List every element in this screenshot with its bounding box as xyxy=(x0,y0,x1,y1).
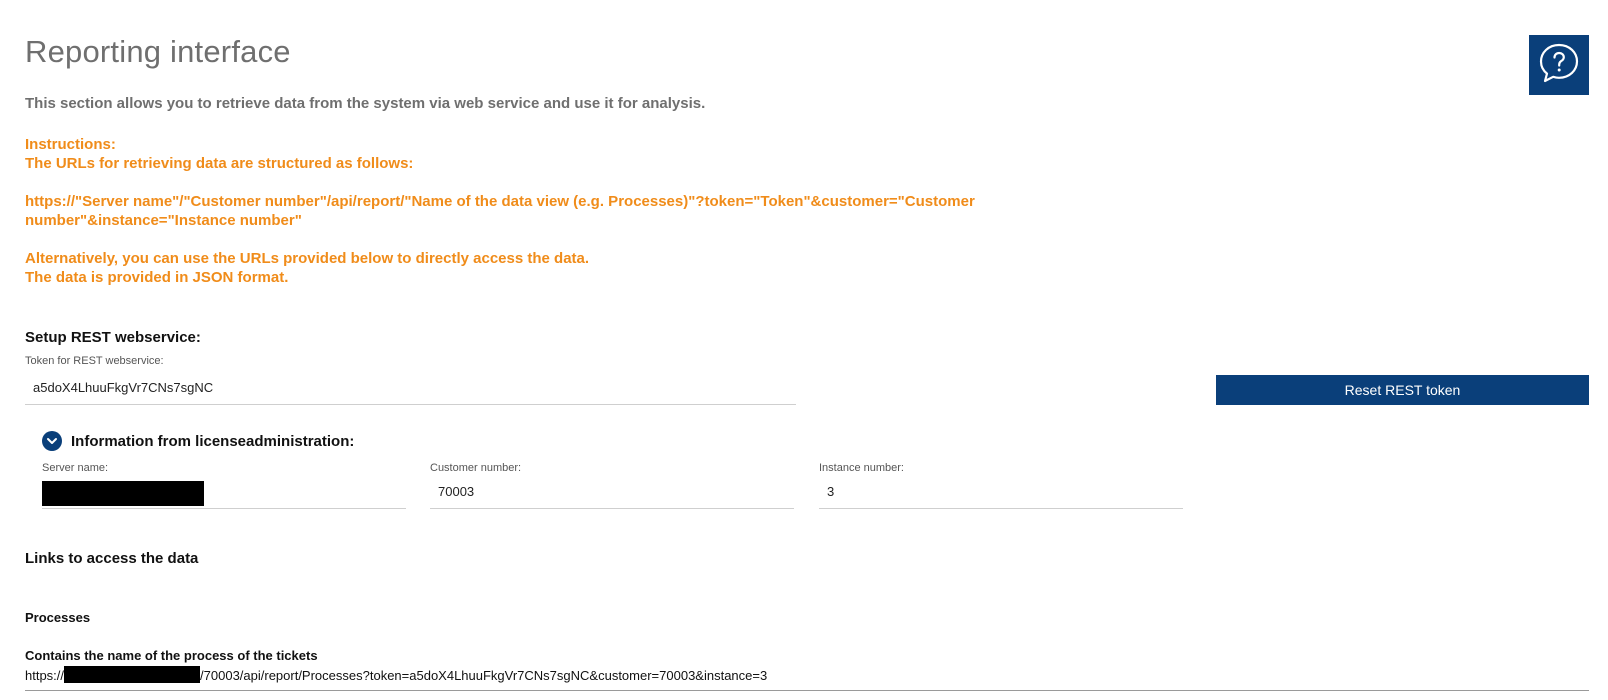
server-name-label: Server name: xyxy=(42,462,109,474)
customer-number-label: Customer number: xyxy=(430,462,522,474)
links-heading: Links to access the data xyxy=(25,550,199,567)
processes-heading: Processes xyxy=(25,610,91,625)
instructions-url-pattern: https://"Server name"/"Customer number"/… xyxy=(25,193,975,210)
instructions-line: The data is provided in JSON format. xyxy=(25,269,289,286)
instructions-url-pattern-cont: number"&instance="Instance number" xyxy=(25,212,302,229)
redacted-server-name xyxy=(42,481,204,506)
license-info-toggle[interactable]: Information from licenseadministration: xyxy=(42,431,354,451)
instructions-block: Instructions: The URLs for retrieving da… xyxy=(25,135,1025,287)
token-field[interactable]: a5doX4LhuuFkgVr7CNs7sgNC xyxy=(25,372,796,405)
processes-link[interactable]: https:// /70003/api/report/Processes?toke… xyxy=(25,666,767,683)
help-button[interactable] xyxy=(1529,35,1589,95)
instance-number-label: Instance number: xyxy=(819,462,904,474)
instructions-line: Alternatively, you can use the URLs prov… xyxy=(25,250,590,267)
redacted-server-name-inline xyxy=(64,666,201,683)
rest-setup-heading: Setup REST webservice: xyxy=(25,329,201,346)
instructions-title: Instructions: xyxy=(25,136,116,153)
link-url-suffix: /70003/api/report/Processes?token=a5doX4… xyxy=(200,668,768,683)
divider xyxy=(25,690,1589,691)
instance-number-field[interactable]: 3 xyxy=(819,476,1183,509)
chevron-down-icon xyxy=(42,431,62,451)
license-info-label: Information from licenseadministration: xyxy=(71,432,355,450)
help-chat-icon xyxy=(1537,41,1581,90)
instructions-line: The URLs for retrieving data are structu… xyxy=(25,155,414,172)
link-url-prefix: https:// xyxy=(25,668,65,683)
customer-number-field[interactable]: 70003 xyxy=(430,476,794,509)
page-title: Reporting interface xyxy=(25,34,291,69)
processes-description: Contains the name of the process of the … xyxy=(25,648,318,663)
reset-token-button[interactable]: Reset REST token xyxy=(1216,375,1589,405)
token-label: Token for REST webservice: xyxy=(25,355,164,367)
intro-text: This section allows you to retrieve data… xyxy=(25,95,706,112)
